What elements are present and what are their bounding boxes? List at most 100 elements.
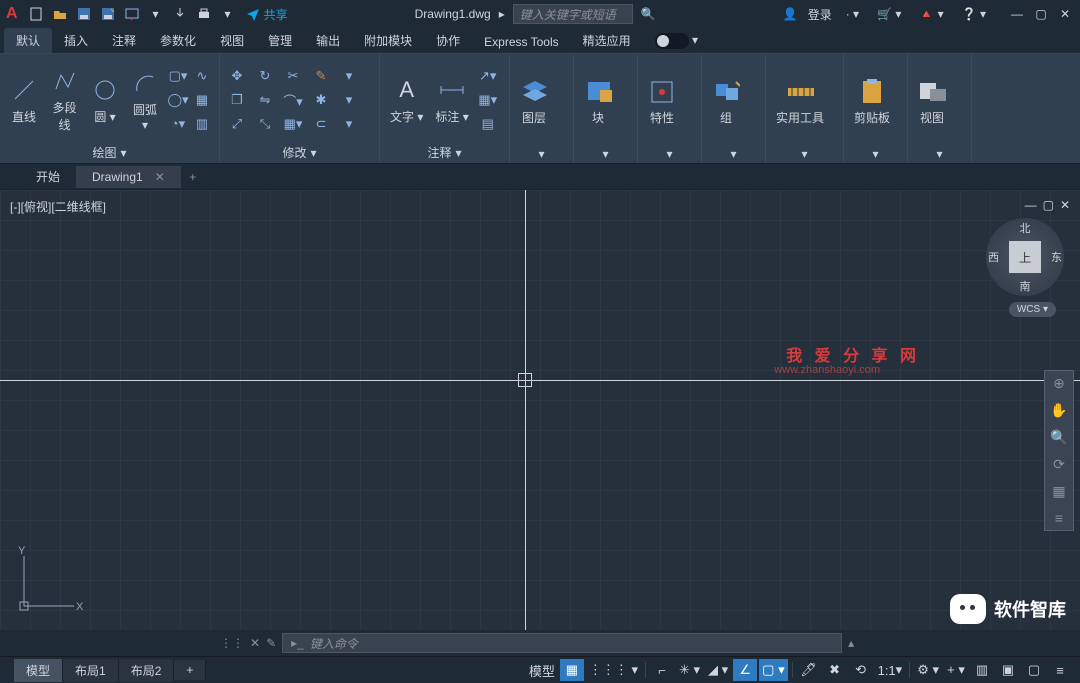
- help-icon[interactable]: ❔ ▾: [962, 7, 986, 21]
- fullnav-icon[interactable]: ⊕: [1053, 375, 1065, 392]
- ortho-icon[interactable]: ⌐: [650, 659, 674, 681]
- iso-icon[interactable]: ◢ ▾: [705, 659, 731, 681]
- cmd-close-icon[interactable]: ✕: [250, 636, 260, 650]
- gear-icon[interactable]: ⚙ ▾: [914, 659, 942, 681]
- layout-add[interactable]: +: [174, 660, 206, 680]
- align-dd-icon[interactable]: ▾: [338, 113, 360, 135]
- explode-icon[interactable]: ✱: [310, 89, 332, 111]
- polar-icon[interactable]: ✳ ▾: [676, 659, 703, 681]
- pan-icon[interactable]: ✋: [1050, 402, 1067, 419]
- clipboard-button[interactable]: 剪贴板: [850, 75, 894, 128]
- tab-parametric[interactable]: 参数化: [148, 28, 208, 53]
- print-icon[interactable]: [194, 4, 214, 24]
- drawing-canvas[interactable]: [-][俯视][二维线框] — ▢ ✕ 我 爱 分 享 网 www.zhansh…: [0, 190, 1080, 630]
- text-button[interactable]: A文字 ▾: [386, 74, 427, 127]
- tab-collab[interactable]: 协作: [424, 28, 472, 53]
- trim-icon[interactable]: ✂: [282, 65, 304, 87]
- scale-icon[interactable]: ⤡: [254, 113, 276, 135]
- tab-annotate[interactable]: 注释: [100, 28, 148, 53]
- doctab-drawing1[interactable]: Drawing1✕: [76, 166, 181, 188]
- block-button[interactable]: 块: [580, 75, 616, 128]
- layout-1[interactable]: 布局1: [63, 659, 119, 682]
- circle-button[interactable]: 圆 ▾: [87, 74, 123, 127]
- search-icon[interactable]: 🔍: [641, 7, 656, 21]
- compass-n[interactable]: 北: [1020, 220, 1031, 236]
- field-icon[interactable]: ▤: [477, 113, 499, 135]
- tab-default[interactable]: 默认: [4, 28, 52, 53]
- ellipse-icon[interactable]: ◯▾: [167, 89, 189, 111]
- vp-close-icon[interactable]: ✕: [1060, 198, 1070, 212]
- tab-view[interactable]: 视图: [208, 28, 256, 53]
- add-status-icon[interactable]: + ▾: [944, 659, 968, 681]
- layer-button[interactable]: 图层: [516, 75, 552, 128]
- stretch-icon[interactable]: ⤢: [226, 113, 248, 135]
- osnap-icon[interactable]: ∠: [733, 659, 757, 681]
- dd-icon[interactable]: ▾: [218, 4, 238, 24]
- arc-button[interactable]: 圆弧 ▾: [127, 67, 163, 134]
- annoscale-icon[interactable]: 1:1 ▾: [875, 659, 906, 681]
- login-label[interactable]: 登录: [808, 6, 832, 23]
- otrack-icon[interactable]: ▢ ▾: [759, 659, 787, 681]
- cmd-handle-icon[interactable]: ⋮⋮: [220, 636, 244, 650]
- fillet-icon[interactable]: ⌒▾: [282, 89, 304, 111]
- clean-icon[interactable]: ▢: [1022, 659, 1046, 681]
- move-icon[interactable]: ✥: [226, 65, 248, 87]
- maximize-icon[interactable]: ▢: [1032, 5, 1050, 23]
- leader-icon[interactable]: ↗▾: [477, 65, 499, 87]
- line-button[interactable]: 直线: [6, 74, 42, 127]
- vp-maximize-icon[interactable]: ▢: [1043, 198, 1054, 212]
- share-button[interactable]: 共享: [246, 6, 288, 23]
- tab-addins[interactable]: 附加模块: [352, 28, 424, 53]
- properties-button[interactable]: 特性: [644, 75, 680, 128]
- zoom-icon[interactable]: 🔍: [1050, 429, 1067, 446]
- export-icon[interactable]: [170, 4, 190, 24]
- compass-w[interactable]: 西: [988, 249, 999, 265]
- array-icon[interactable]: ▦▾: [282, 113, 304, 135]
- layout-2[interactable]: 布局2: [119, 659, 175, 682]
- menu-icon[interactable]: ≡: [1048, 659, 1072, 681]
- compass-s[interactable]: 南: [1020, 278, 1031, 294]
- cart-icon[interactable]: 🛒 ▾: [877, 7, 901, 21]
- vp-minimize-icon[interactable]: —: [1025, 198, 1037, 212]
- add-tab-icon[interactable]: +: [181, 170, 205, 184]
- cycle-icon[interactable]: ⟲: [849, 659, 873, 681]
- iso-view-icon[interactable]: ▥: [970, 659, 994, 681]
- tab-manage[interactable]: 管理: [256, 28, 304, 53]
- save-icon[interactable]: [74, 4, 94, 24]
- viewcube[interactable]: 北 南 东 西 上: [986, 218, 1064, 296]
- app-icon[interactable]: A: [6, 5, 18, 23]
- title-arrow-icon[interactable]: ▸: [499, 7, 505, 21]
- snap-icon[interactable]: ⋮⋮⋮ ▾: [586, 659, 641, 681]
- tab-featured[interactable]: 精选应用: [571, 28, 643, 53]
- show-icon[interactable]: ▦: [1052, 483, 1065, 500]
- lineweight-icon[interactable]: 🖊: [797, 659, 821, 681]
- hw-icon[interactable]: ▣: [996, 659, 1020, 681]
- offset-dd-icon[interactable]: ▾: [338, 89, 360, 111]
- group-button[interactable]: 组: [708, 75, 744, 128]
- tab-insert[interactable]: 插入: [52, 28, 100, 53]
- transparency-icon[interactable]: ✖: [823, 659, 847, 681]
- hatch-icon[interactable]: ▦: [191, 89, 213, 111]
- layout-model[interactable]: 模型: [14, 659, 63, 682]
- erase-icon[interactable]: ✎: [310, 65, 332, 87]
- close-icon[interactable]: ✕: [1056, 5, 1074, 23]
- open-icon[interactable]: [50, 4, 70, 24]
- region-icon[interactable]: ◔▾: [167, 113, 189, 135]
- user-icon[interactable]: 👤: [783, 7, 798, 21]
- nav-dd-icon[interactable]: ≡: [1055, 510, 1063, 526]
- minimize-icon[interactable]: —: [1008, 5, 1026, 23]
- web-icon[interactable]: [122, 4, 142, 24]
- view-button[interactable]: 视图: [914, 75, 950, 128]
- offset-icon[interactable]: ⊂: [310, 113, 332, 135]
- table-icon[interactable]: ▦▾: [477, 89, 499, 111]
- rotate-icon[interactable]: ↻: [254, 65, 276, 87]
- utilities-button[interactable]: 实用工具: [772, 75, 828, 128]
- dim-button[interactable]: 标注 ▾: [431, 74, 472, 127]
- command-input[interactable]: ▸_ 键入命令: [282, 633, 842, 653]
- cmd-customize-icon[interactable]: ✎: [266, 636, 276, 650]
- polyline-button[interactable]: 多段线: [46, 65, 83, 135]
- autodesk-icon[interactable]: 🔺 ▾: [919, 7, 943, 21]
- status-model[interactable]: 模型: [526, 659, 558, 681]
- compass-e[interactable]: 东: [1051, 249, 1062, 265]
- dropdown-icon[interactable]: ▾: [146, 4, 166, 24]
